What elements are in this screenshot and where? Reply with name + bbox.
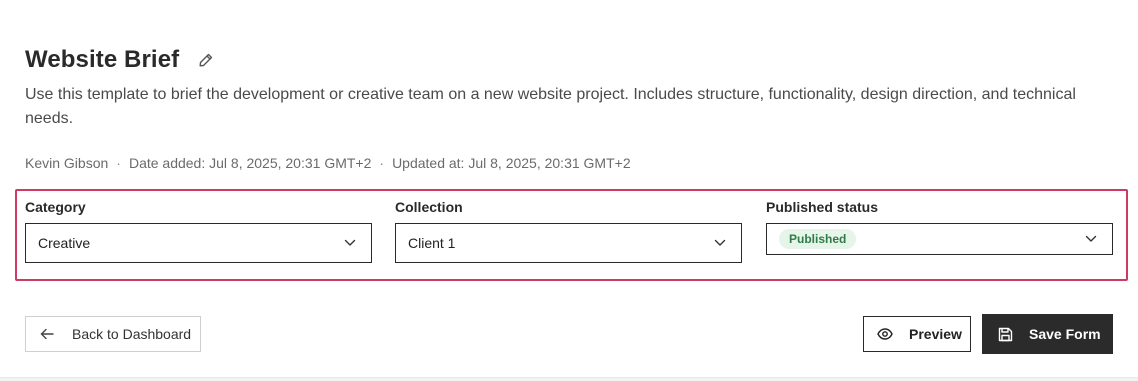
eye-icon (877, 328, 893, 340)
title-row: Website Brief (25, 46, 215, 74)
chevron-down-icon (1084, 232, 1098, 246)
published-status-field: Published status Published (766, 199, 1113, 255)
collection-value: Client 1 (408, 235, 456, 251)
chevron-down-icon (713, 236, 727, 250)
category-select[interactable]: Creative (25, 223, 372, 263)
status-badge: Published (779, 229, 857, 249)
page-title: Website Brief (25, 46, 180, 73)
form-settings-page: Website Brief Use this template to brief… (0, 0, 1138, 381)
date-added: Date added: Jul 8, 2025, 20:31 GMT+2 (128, 155, 372, 171)
pencil-icon[interactable] (197, 51, 215, 69)
meta-separator: · (379, 155, 385, 171)
preview-button-label: Preview (909, 326, 962, 342)
category-field: Category Creative (25, 199, 372, 263)
updated-at: Updated at: Jul 8, 2025, 20:31 GMT+2 (392, 155, 631, 171)
preview-button[interactable]: Preview (863, 316, 971, 352)
category-value: Creative (38, 235, 91, 251)
published-status-select[interactable]: Published (766, 223, 1113, 255)
collection-label: Collection (395, 199, 463, 215)
meta-separator: · (116, 155, 121, 171)
back-button-label: Back to Dashboard (72, 326, 192, 342)
save-button-label: Save Form (1029, 326, 1101, 342)
category-label: Category (25, 199, 86, 215)
published-status-label: Published status (766, 199, 879, 215)
metadata-line: Kevin Gibson · Date added: Jul 8, 2025, … (25, 155, 631, 171)
floppy-disk-icon (998, 327, 1013, 342)
collection-select[interactable]: Client 1 (395, 223, 742, 263)
page-description: Use this template to brief the developme… (25, 86, 1076, 127)
author-name: Kevin Gibson (25, 155, 109, 171)
arrow-left-icon (40, 328, 54, 340)
footer-divider (0, 377, 1138, 381)
back-to-dashboard-button[interactable]: Back to Dashboard (25, 316, 201, 352)
save-form-button[interactable]: Save Form (982, 314, 1113, 354)
chevron-down-icon (343, 236, 357, 250)
collection-field: Collection Client 1 (395, 199, 742, 263)
